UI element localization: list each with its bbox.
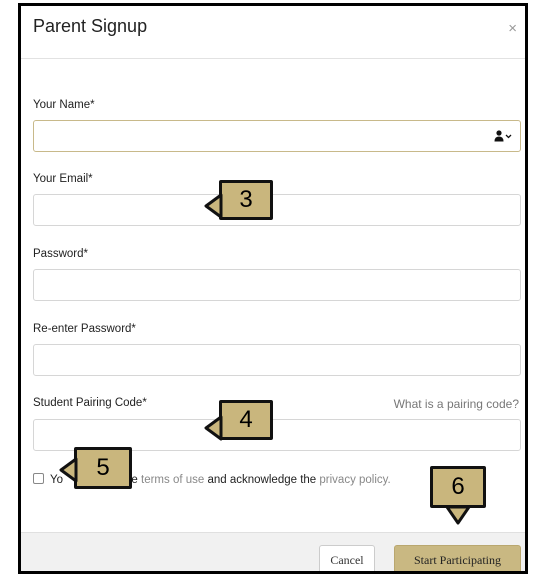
callout-5: 5 [74, 447, 132, 489]
name-field[interactable] [33, 120, 521, 152]
start-participating-button[interactable]: Start Participating [394, 545, 521, 571]
user-icon[interactable] [494, 130, 512, 142]
password-input[interactable] [34, 270, 520, 300]
cancel-button[interactable]: Cancel [319, 545, 375, 571]
reenter-password-field[interactable] [33, 344, 521, 376]
modal-header: Parent Signup × [21, 6, 525, 59]
terms-of-use-link[interactable]: terms of use [141, 474, 204, 486]
modal-title: Parent Signup [33, 16, 148, 36]
pairing-code-label: Student Pairing Code* [33, 397, 147, 409]
email-field[interactable] [33, 194, 521, 226]
reenter-password-input[interactable] [34, 345, 520, 375]
callout-4: 4 [219, 400, 273, 440]
terms-checkbox[interactable] [33, 473, 44, 484]
name-input[interactable] [34, 121, 520, 151]
close-button[interactable]: × [508, 21, 517, 36]
password-label: Password* [33, 248, 88, 260]
callout-3-pointer [204, 193, 223, 219]
reenter-password-label: Re-enter Password* [33, 323, 136, 335]
pairing-code-help-link[interactable]: What is a pairing code? [394, 397, 519, 411]
pairing-code-input[interactable] [34, 420, 520, 450]
modal-footer: Cancel Start Participating [21, 532, 525, 571]
email-label: Your Email* [33, 173, 93, 185]
name-label: Your Name* [33, 99, 95, 111]
email-input[interactable] [34, 195, 520, 225]
callout-5-pointer [59, 457, 78, 483]
privacy-policy-link[interactable]: privacy policy. [319, 474, 390, 486]
password-field[interactable] [33, 269, 521, 301]
callout-6: 6 [430, 466, 486, 508]
callout-6-pointer [445, 505, 471, 525]
callout-3: 3 [219, 180, 273, 220]
callout-4-pointer [204, 415, 223, 441]
terms-and-text: and acknowledge the [204, 474, 320, 486]
